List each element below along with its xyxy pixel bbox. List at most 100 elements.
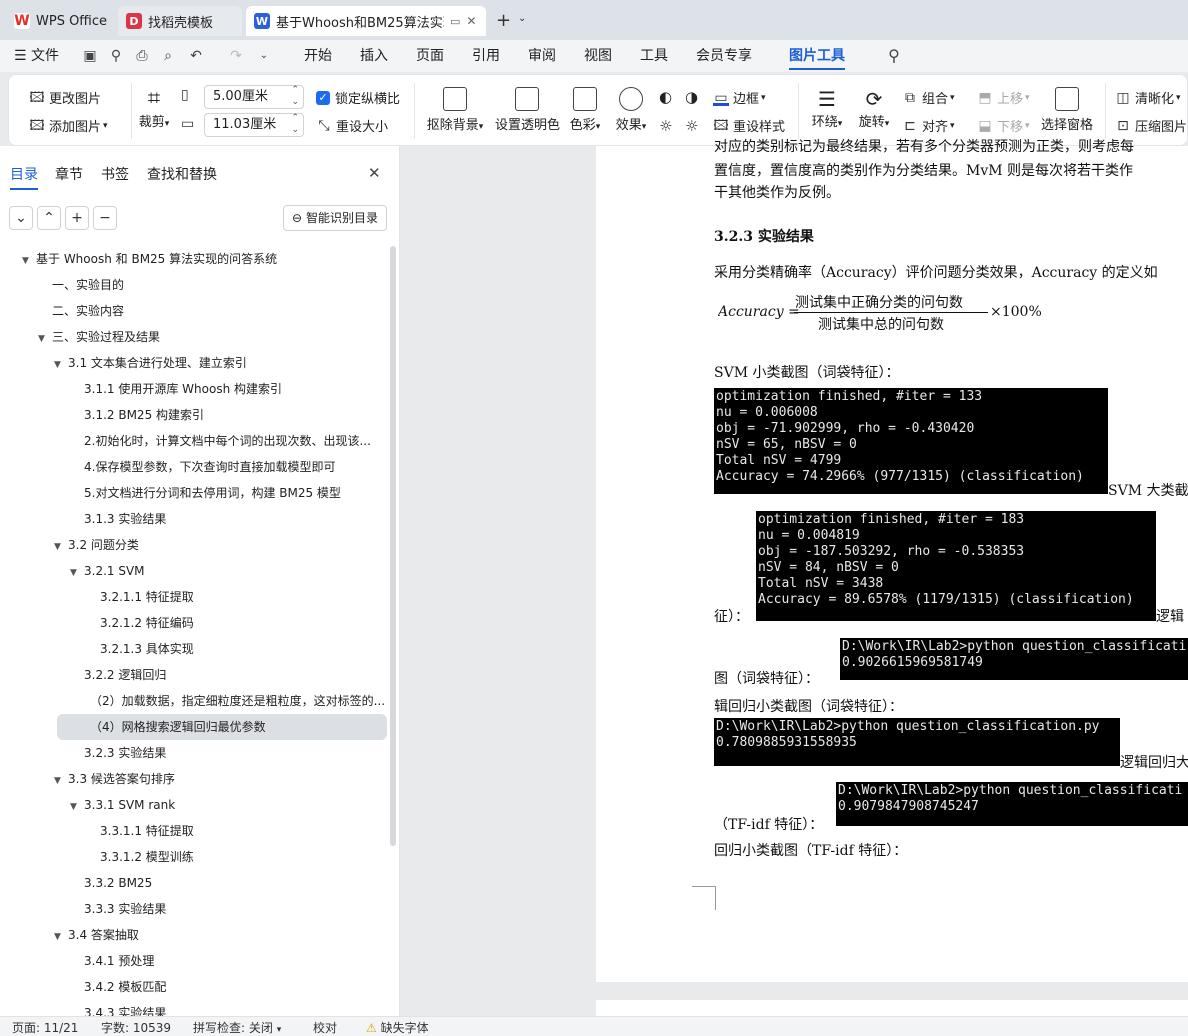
menu-review[interactable]: 审阅: [528, 40, 556, 72]
add-heading-icon[interactable]: +: [65, 206, 89, 230]
spell-check-toggle[interactable]: 拼写检查: 关闭 ▾: [193, 1019, 281, 1036]
menu-references[interactable]: 引用: [472, 40, 500, 72]
expand-arrow-icon[interactable]: ▼: [54, 352, 66, 376]
smart-toc-button[interactable]: ⊖ 智能识别目录: [283, 205, 387, 231]
reset-size-button[interactable]: ⤡ 重设大小: [316, 116, 388, 136]
print-icon[interactable]: ⎙: [134, 48, 150, 64]
lock-aspect-checkbox[interactable]: ✓ 锁定纵横比: [316, 88, 400, 107]
brightness-icon[interactable]: ◐: [659, 88, 672, 106]
rotate-button[interactable]: ⟳ 旋转▾: [854, 87, 894, 130]
tab-chapters[interactable]: 章节: [55, 164, 83, 184]
toc-item[interactable]: ▼ 3.2.1 SVM: [0, 558, 385, 584]
expand-arrow-icon[interactable]: ▼: [70, 560, 82, 584]
toc-item[interactable]: 一、实验目的: [0, 272, 385, 298]
tab-toc[interactable]: 目录: [10, 164, 38, 190]
menu-page[interactable]: 页面: [416, 40, 444, 72]
color-button[interactable]: 色彩▾: [565, 87, 605, 133]
toc-item[interactable]: ▼ 3.2 问题分类: [0, 532, 385, 558]
toc-item[interactable]: 二、实验内容: [0, 298, 385, 324]
expand-icon[interactable]: ⌃: [37, 206, 61, 230]
align-button[interactable]: ⊏ 对齐 ▾: [902, 116, 954, 136]
expand-arrow-icon[interactable]: ▼: [54, 768, 66, 792]
close-panel-icon[interactable]: ✕: [368, 164, 381, 182]
tab-wps-office[interactable]: W WPS Office: [6, 6, 114, 36]
toc-item[interactable]: 4.保存模型参数，下次查询时直接加载模型即可: [0, 454, 385, 480]
expand-arrow-icon[interactable]: ▼: [38, 326, 50, 350]
remove-background-button[interactable]: 抠除背景▾: [423, 87, 487, 133]
terminal-screenshot[interactable]: optimization finished, #iter = 133 nu = …: [714, 388, 1108, 494]
set-transparent-button[interactable]: 设置透明色: [495, 87, 560, 133]
expand-arrow-icon[interactable]: ▼: [22, 248, 34, 272]
border-button[interactable]: ▭ 边框 ▾: [713, 88, 766, 107]
link-icon[interactable]: ⚲: [108, 48, 124, 64]
chevron-down-icon[interactable]: ⌄: [518, 13, 526, 24]
terminal-screenshot[interactable]: D:\Work\IR\Lab2>python question_classifi…: [840, 638, 1188, 680]
search-icon[interactable]: ⚲: [886, 48, 902, 64]
toc-item[interactable]: 2.初始化时，计算文档中每个词的出现次数、出现该...: [0, 428, 385, 454]
collapse-icon[interactable]: ⌄: [9, 206, 33, 230]
new-tab-icon[interactable]: +: [496, 10, 511, 31]
toc-item[interactable]: ▼ 3.3.1 SVM rank: [0, 792, 385, 818]
sun-icon[interactable]: ☼: [659, 117, 672, 135]
toc-item[interactable]: 3.2.3 实验结果: [0, 740, 385, 766]
close-tab-icon[interactable]: ✕: [466, 14, 476, 28]
toc-item[interactable]: 3.1.3 实验结果: [0, 506, 385, 532]
toc-item[interactable]: 3.1.2 BM25 构建索引: [0, 402, 385, 428]
toc-item[interactable]: 3.3.1.1 特征提取: [0, 818, 385, 844]
menu-tools[interactable]: 工具: [640, 40, 668, 72]
menu-member[interactable]: 会员专享: [696, 40, 752, 72]
crop-button[interactable]: ⌗ 裁剪▾: [137, 87, 171, 131]
toc-item[interactable]: ▼ 3.1 文本集合进行处理、建立索引: [0, 350, 385, 376]
toc-item[interactable]: ▼ 三、实验过程及结果: [0, 324, 385, 350]
width-input[interactable]: 5.00厘米: [204, 84, 304, 109]
selection-pane-button[interactable]: 选择窗格: [1039, 87, 1095, 133]
toc-item[interactable]: 3.2.1.3 具体实现: [0, 636, 385, 662]
tab-bookmarks[interactable]: 书签: [101, 164, 129, 184]
toc-item[interactable]: 3.2.1.2 特征编码: [0, 610, 385, 636]
tab-document[interactable]: W 基于Whoosh和BM25算法实现 ▭ ✕: [246, 6, 486, 36]
terminal-screenshot[interactable]: D:\Work\IR\Lab2>python question_classifi…: [714, 718, 1120, 766]
page-indicator[interactable]: 页面: 11/21: [12, 1019, 78, 1036]
menu-picture-tools[interactable]: 图片工具: [789, 40, 845, 70]
group-button[interactable]: ⧉ 组合 ▾: [902, 88, 955, 108]
window-mode-icon[interactable]: ▭: [450, 15, 460, 28]
menu-insert[interactable]: 插入: [360, 40, 388, 72]
terminal-screenshot[interactable]: optimization finished, #iter = 183 nu = …: [756, 511, 1156, 621]
wrap-button[interactable]: ☰ 环绕▾: [807, 87, 847, 130]
proofread-button[interactable]: 校对: [313, 1019, 337, 1036]
chevron-down-icon[interactable]: ⌄: [256, 48, 272, 64]
toc-item[interactable]: 3.3.2 BM25: [0, 870, 385, 896]
tab-docer-templates[interactable]: D 找稻壳模板: [118, 6, 242, 36]
toc-item[interactable]: ▼ 基于 Whoosh 和 BM25 算法实现的问答系统: [0, 246, 385, 272]
save-icon[interactable]: ▣: [82, 48, 98, 64]
toc-item[interactable]: 5.对文档进行分词和去停用词，构建 BM25 模型: [0, 480, 385, 506]
compress-picture-button[interactable]: ⊡ 压缩图片: [1115, 116, 1187, 136]
remove-heading-icon[interactable]: −: [93, 206, 117, 230]
panel-scrollbar[interactable]: [390, 246, 396, 846]
undo-icon[interactable]: ↶: [188, 48, 204, 64]
change-picture-button[interactable]: 🖾 更改图片: [29, 88, 101, 108]
document-page[interactable]: 对应的类别标记为最终结果，若有多个分类器预测为正类，则考虑每 置信度，置信度高的…: [596, 139, 1188, 982]
height-input[interactable]: 11.03厘米: [204, 112, 304, 137]
sharpen-button[interactable]: ◫ 清晰化 ▾: [1115, 88, 1180, 108]
toc-item[interactable]: （2）加载数据，指定细粒度还是粗粒度，这对标签的...: [0, 688, 385, 714]
terminal-screenshot[interactable]: D:\Work\IR\Lab2>python question_classifi…: [836, 782, 1188, 826]
expand-arrow-icon[interactable]: ▼: [70, 794, 82, 818]
contrast-icon[interactable]: ◑: [685, 88, 698, 106]
add-picture-button[interactable]: 🖾 添加图片 ▾: [29, 116, 107, 136]
toc-item[interactable]: 3.3.3 实验结果: [0, 896, 385, 922]
toc-item[interactable]: ▼ 3.3 候选答案句排序: [0, 766, 385, 792]
toc-item[interactable]: 3.2.1.1 特征提取: [0, 584, 385, 610]
menu-view[interactable]: 视图: [584, 40, 612, 72]
effects-button[interactable]: 效果▾: [611, 87, 651, 133]
missing-font-button[interactable]: ⚠ 缺失字体: [366, 1019, 429, 1036]
toc-item[interactable]: 3.4.1 预处理: [0, 948, 385, 974]
toc-item[interactable]: 3.2.2 逻辑回归: [0, 662, 385, 688]
file-menu[interactable]: ☰ 文件: [14, 40, 59, 72]
toc-item[interactable]: 3.3.1.2 模型训练: [0, 844, 385, 870]
toc-item[interactable]: （4）网格搜索逻辑回归最优参数: [57, 714, 387, 740]
word-count[interactable]: 字数: 10539: [101, 1019, 171, 1036]
toc-item[interactable]: ▼ 3.4 答案抽取: [0, 922, 385, 948]
expand-arrow-icon[interactable]: ▼: [54, 534, 66, 558]
print-preview-icon[interactable]: ⌕: [160, 48, 176, 64]
